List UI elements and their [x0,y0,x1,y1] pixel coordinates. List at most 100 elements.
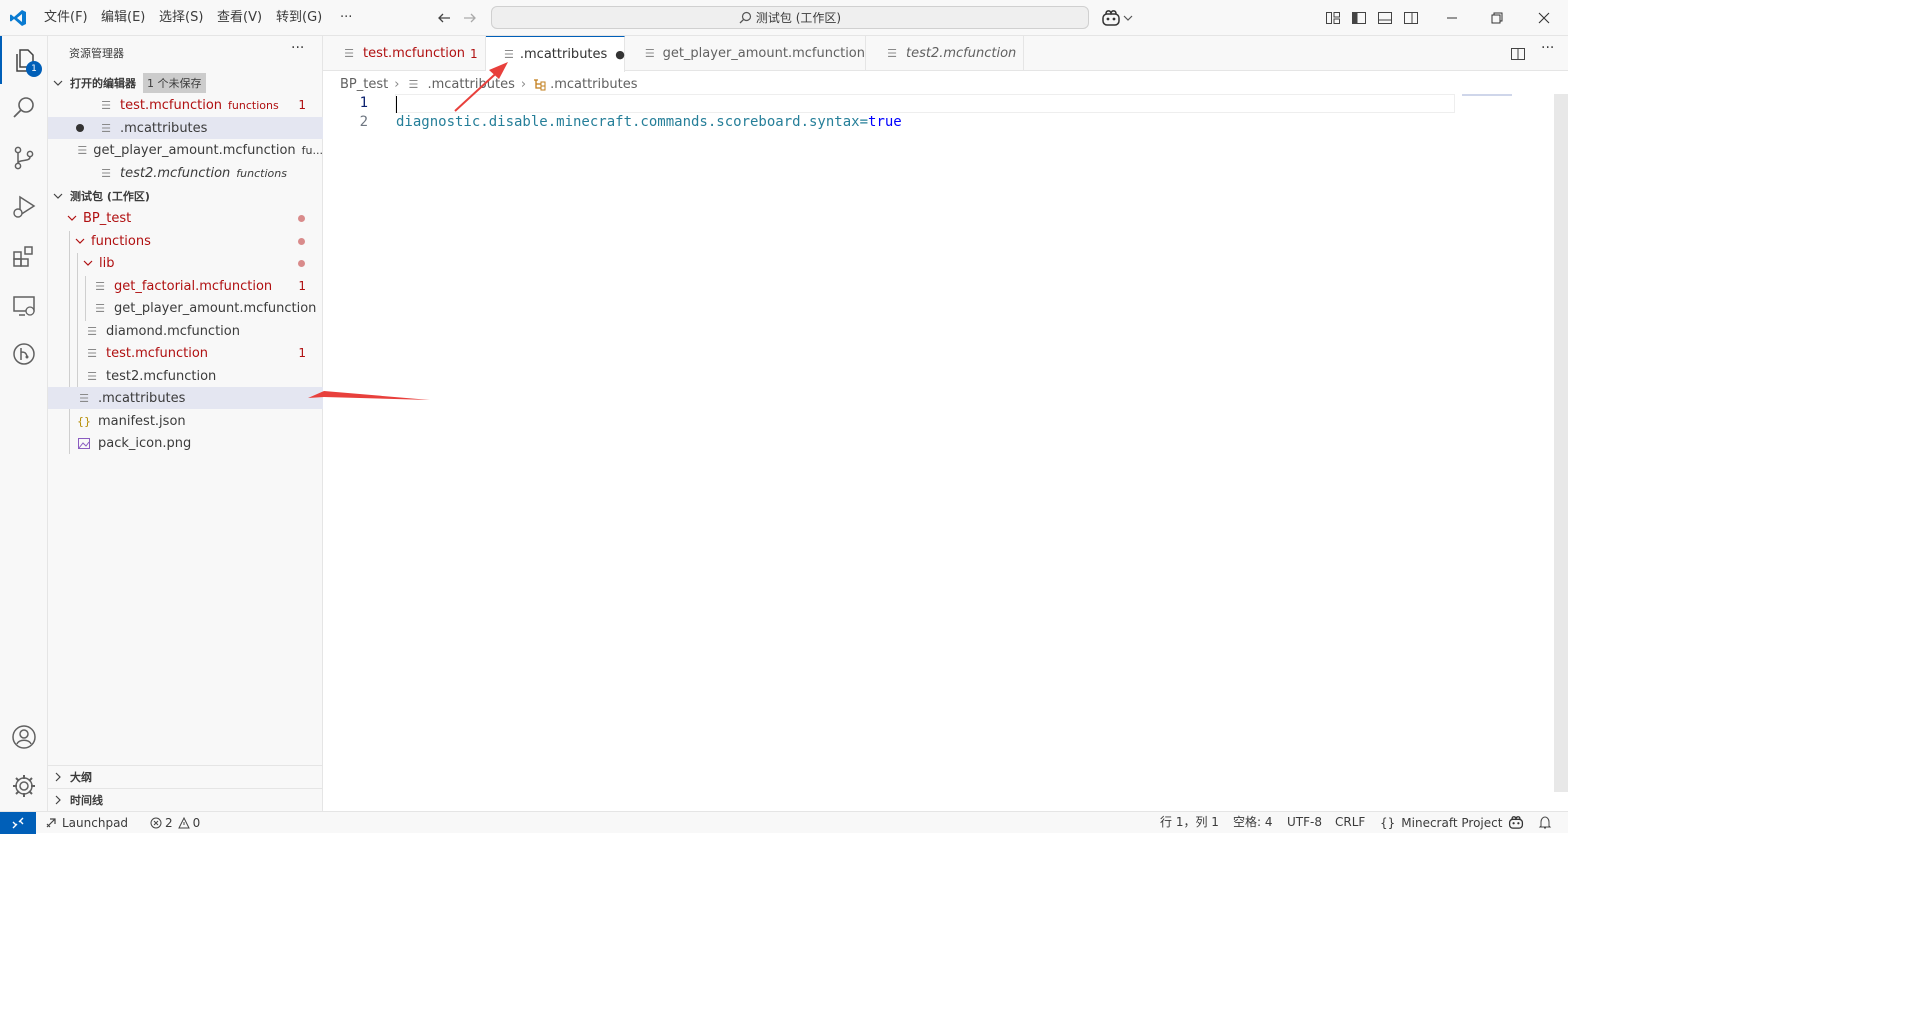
tree-item-label: lib [99,255,115,271]
file-lines-icon: ☰ [87,324,97,338]
problems-item[interactable]: 2 0 [150,812,200,834]
toggle-secondary-sidebar-icon[interactable] [1403,10,1419,26]
status-bar: Launchpad 2 0 行 1，列 1 空格: 4 UTF-8 CRLF {… [0,811,1568,834]
menu-more[interactable]: ··· [340,0,352,36]
tree-item-label: .mcattributes [98,390,186,406]
account-icon [11,724,37,750]
tree-item-label: pack_icon.png [98,435,192,451]
tree-file[interactable]: {} manifest.json [48,410,323,432]
bell-icon[interactable] [1538,815,1552,830]
tree-item-label: test2.mcfunction [106,368,217,384]
outline-header[interactable]: 大纲 [48,766,323,788]
braces-icon: {} [1380,815,1396,830]
open-editor-item[interactable]: ☰ test.mcfunction functions 1 [48,94,323,116]
language-mode[interactable]: {} Minecraft Project [1380,812,1502,834]
tab-test2-mcfunction[interactable]: ☰ test2.mcfunction [866,36,1024,71]
breadcrumb-item[interactable]: .mcattributes [550,77,637,92]
explorer-sidebar: 资源管理器 ··· 打开的编辑器 1 个未保存 ☰ test.mcfunctio… [48,36,323,811]
explorer-button[interactable]: 1 [0,36,48,84]
tab-get-player-amount[interactable]: ☰ get_player_amount.mcfunction [625,36,866,71]
menu-selection[interactable]: 选择(S) [159,0,203,36]
tree-file[interactable]: ☰ test2.mcfunction [48,365,323,387]
run-debug-button[interactable] [0,183,48,231]
unsaved-dot-icon[interactable]: ● [615,48,625,61]
image-file-icon [76,437,92,449]
git-graph-icon [11,341,37,367]
workspace-header[interactable]: 测试包 (工作区) [48,185,323,207]
open-editor-desc: functions [236,166,287,180]
minimize-icon[interactable] [1444,10,1460,26]
git-graph-button[interactable] [0,330,48,378]
timeline-label: 时间线 [70,794,103,807]
cursor-position[interactable]: 行 1，列 1 [1160,812,1219,834]
split-editor-icon[interactable] [1510,46,1526,62]
source-control-button[interactable] [0,134,48,182]
minimap-slice [1462,94,1512,96]
accounts-button[interactable] [0,713,48,761]
manage-button[interactable] [0,762,48,810]
open-editors-header[interactable]: 打开的编辑器 1 个未保存 [48,72,323,94]
open-editor-item[interactable]: ☰ .mcattributes [48,117,323,139]
vscode-logo-icon [9,9,27,27]
indentation[interactable]: 空格: 4 [1233,812,1273,834]
back-arrow-icon[interactable] [436,10,452,26]
remote-indicator[interactable] [0,812,36,834]
tree-item-label: BP_test [83,210,132,226]
toggle-primary-sidebar-icon[interactable] [1351,10,1367,26]
tree-file[interactable]: ☰ test.mcfunction 1 [48,342,323,364]
search-view-button[interactable] [0,84,48,132]
tree-item-label: manifest.json [98,413,186,429]
warning-count: 0 [192,815,201,830]
extensions-button[interactable] [0,233,48,281]
open-editor-desc: functions [228,98,279,112]
command-center[interactable]: 测试包 (工作区) [491,6,1089,29]
tab-label: test2.mcfunction [906,46,1017,61]
tree-file-selected[interactable]: ☰ .mcattributes [48,387,323,409]
open-editor-item[interactable]: ☰ test2.mcfunction functions [48,162,323,184]
toggle-panel-icon[interactable] [1377,10,1393,26]
vertical-scrollbar[interactable] [1554,94,1568,792]
file-lines-icon: ☰ [101,121,111,135]
open-editors-label: 打开的编辑器 [70,77,136,90]
error-icon [150,817,162,829]
file-lines-icon: ☰ [87,369,97,383]
tree-file[interactable]: ☰ get_factorial.mcfunction 1 [48,275,323,297]
tree-folder-lib[interactable]: lib [48,252,323,274]
files-icon: 1 [11,47,42,77]
tree-folder-functions[interactable]: functions [48,230,323,252]
file-lines-icon: ☰ [95,301,105,315]
chevron-down-icon [50,78,66,88]
remote-explorer-button[interactable] [0,282,48,330]
sidebar-title: 资源管理器 [69,47,124,60]
copilot-button[interactable] [1101,9,1133,27]
tree-folder-bp-test[interactable]: BP_test [48,207,323,229]
chevron-right-icon [50,795,66,805]
copilot-status-icon[interactable] [1508,815,1524,830]
close-icon[interactable] [1536,10,1552,26]
tree-item-label: test.mcfunction [106,345,209,361]
forward-arrow-icon[interactable] [462,10,478,26]
timeline-header[interactable]: 时间线 [48,789,323,811]
tree-file[interactable]: ☰ get_player_amount.mcfunction [48,297,323,319]
tree-item-label: functions [91,233,151,249]
chevron-down-icon [80,258,96,268]
file-lines-icon: ☰ [79,391,89,405]
restore-icon[interactable] [1489,10,1505,26]
json-braces-icon: {} [77,414,91,428]
file-lines-icon: ☰ [95,279,105,293]
menu-go[interactable]: 转到(G) [276,0,322,36]
tree-file[interactable]: pack_icon.png [48,432,323,454]
encoding[interactable]: UTF-8 [1287,812,1322,834]
menu-file[interactable]: 文件(F) [44,0,88,36]
customize-layout-icon[interactable] [1325,10,1341,26]
remote-explorer-icon [11,293,37,319]
line-ending[interactable]: CRLF [1335,812,1365,834]
open-editor-item[interactable]: ☰ get_player_amount.mcfunction fu... [48,139,323,161]
menu-view[interactable]: 查看(V) [217,0,262,36]
run-debug-icon [11,194,37,220]
tree-file[interactable]: ☰ diamond.mcfunction [48,320,323,342]
menu-edit[interactable]: 编辑(E) [101,0,145,36]
launchpad-item[interactable]: Launchpad [44,812,128,834]
editor-more-button[interactable]: ··· [1541,40,1554,56]
command-center-label: 测试包 (工作区) [755,11,842,25]
